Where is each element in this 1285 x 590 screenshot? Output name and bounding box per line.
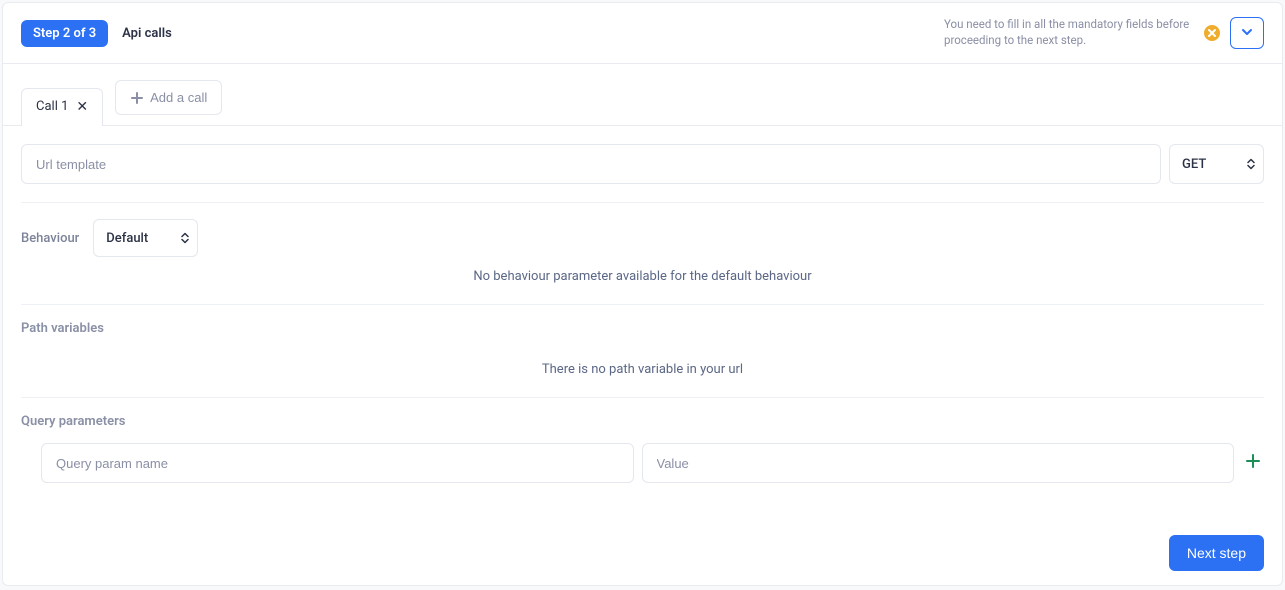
plus-icon [130, 91, 144, 105]
query-param-row [21, 443, 1264, 483]
behaviour-empty-message: No behaviour parameter available for the… [21, 257, 1264, 284]
query-param-name-input[interactable] [41, 443, 634, 483]
http-method-value: GET [1182, 157, 1206, 172]
select-caret-icon [1247, 159, 1255, 170]
call-tabs: Call 1 ✕ Add a call [3, 64, 1282, 126]
url-row: GET [21, 144, 1264, 184]
http-method-select[interactable]: GET [1169, 144, 1264, 184]
validation-warning-text: You need to fill in all the mandatory fi… [944, 17, 1194, 48]
warning-icon [1204, 25, 1220, 41]
panel-title: Api calls [122, 26, 172, 41]
query-parameters-title: Query parameters [21, 414, 1264, 429]
panel-footer: Next step [3, 521, 1282, 585]
path-variables-title: Path variables [21, 321, 1264, 336]
plus-icon [1244, 452, 1262, 474]
behaviour-value: Default [106, 231, 148, 246]
url-template-input[interactable] [21, 144, 1161, 184]
panel-body: Call 1 ✕ Add a call GET [3, 64, 1282, 585]
tab-label: Call 1 [36, 99, 68, 114]
add-query-param-button[interactable] [1242, 452, 1264, 474]
next-step-button[interactable]: Next step [1169, 535, 1264, 571]
query-param-value-input[interactable] [642, 443, 1235, 483]
api-calls-panel: Step 2 of 3 Api calls You need to fill i… [2, 2, 1283, 586]
path-variables-section: Path variables There is no path variable… [21, 305, 1264, 398]
behaviour-label: Behaviour [21, 231, 79, 246]
call-content: GET Behaviour Default [3, 126, 1282, 521]
path-variables-empty-message: There is no path variable in your url [21, 350, 1264, 377]
select-caret-icon [181, 233, 189, 244]
behaviour-select[interactable]: Default [93, 219, 198, 257]
tab-call-1[interactable]: Call 1 ✕ [21, 88, 103, 126]
add-call-label: Add a call [150, 90, 207, 105]
panel-header: Step 2 of 3 Api calls You need to fill i… [3, 3, 1282, 64]
step-badge: Step 2 of 3 [21, 20, 108, 47]
query-parameters-section: Query parameters [21, 398, 1264, 503]
chevron-down-icon [1239, 24, 1255, 43]
close-icon[interactable]: ✕ [76, 100, 88, 114]
behaviour-section: Behaviour Default No behaviour parameter… [21, 203, 1264, 305]
collapse-button[interactable] [1230, 17, 1264, 49]
add-call-button[interactable]: Add a call [115, 80, 222, 115]
